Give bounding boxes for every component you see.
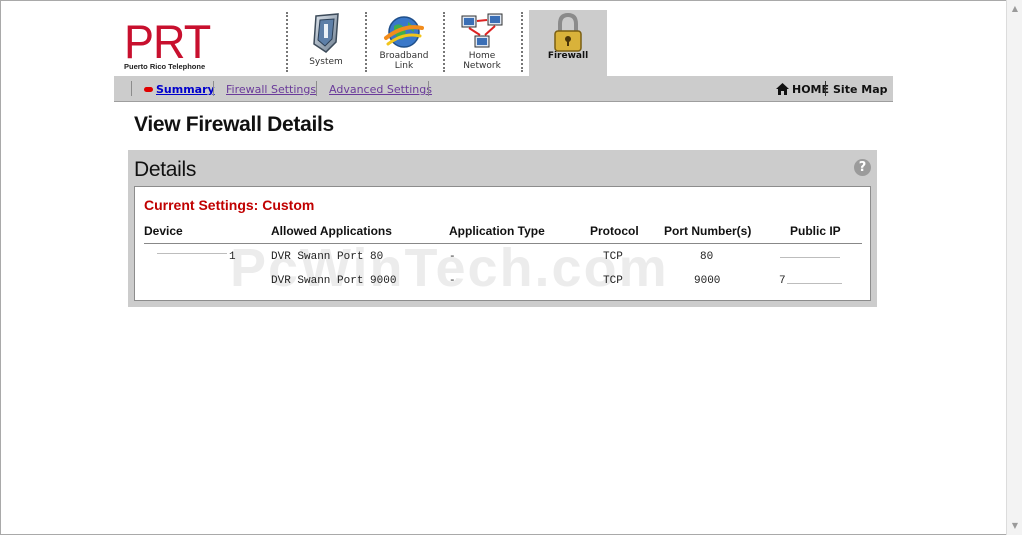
sub-navigation-bar: Summary Firewall Settings Advanced Setti… [114,76,893,102]
column-header-public-ip: Public IP [790,224,841,238]
scroll-up-arrow-icon[interactable]: ▲ [1007,2,1022,16]
tab-divider [521,12,523,72]
active-bullet-icon [144,87,153,92]
row-application: DVR Swann Port 9000 [271,275,397,287]
panel-title: Details [134,158,197,181]
subnav-divider [825,81,826,96]
current-settings-label: Current Settings: Custom [144,197,315,213]
column-header-application-type: Application Type [449,224,545,238]
row-public-ip: 7 [779,275,786,287]
tab-home-label-line2: Network [463,61,501,71]
details-content: PcWinTech.com Current Settings: Custom D… [134,186,871,301]
home-link[interactable]: HOME [792,83,829,96]
subnav-divider [428,81,429,96]
header-divider [144,243,862,244]
logo-mark: PRT [124,14,211,69]
tab-home-network[interactable]: Home Network [448,10,516,76]
row-protocol: TCP [603,251,623,263]
site-map-link[interactable]: Site Map [833,83,887,96]
tab-system[interactable]: System [292,10,360,76]
tab-home-label-line1: Home [468,51,496,61]
row-ports: 80 [700,251,714,263]
subnav-divider [213,81,214,96]
tab-system-label: System [309,57,343,67]
column-header-allowed-applications: Allowed Applications [271,224,392,238]
vertical-scrollbar[interactable]: ▲ ▼ [1006,0,1022,535]
details-panel: Details ? PcWinTech.com Current Settings… [128,150,877,307]
broadband-globe-icon [382,12,426,54]
prt-logo[interactable]: PRT Puerto Rico Telephone [124,14,234,71]
row-application-type: - [449,275,456,287]
subnav-advanced-settings-link[interactable]: Advanced Settings [329,83,432,96]
tab-firewall[interactable]: Firewall [529,10,607,76]
column-header-device: Device [144,224,183,238]
redacted-device-name [157,253,227,254]
tab-broadband-label-line1: Broadband [379,51,429,61]
column-header-port-numbers: Port Number(s) [664,224,752,238]
tab-divider [286,12,288,72]
subnav-divider [316,81,317,96]
watermark-text: PcWinTech.com [230,238,669,298]
subnav-firewall-settings-link[interactable]: Firewall Settings [226,83,316,96]
redacted-public-ip [780,257,840,258]
redacted-public-ip [787,283,842,284]
subnav-divider [131,81,132,96]
tab-broadband-link[interactable]: Broadband Link [370,10,438,76]
system-icon [304,12,348,54]
row-device: 1 [229,251,236,263]
column-header-protocol: Protocol [590,224,639,238]
tab-firewall-label: Firewall [547,51,589,61]
tab-divider [443,12,445,72]
row-application-type: - [449,251,456,263]
help-icon[interactable]: ? [854,159,871,176]
padlock-icon [546,12,590,54]
tab-divider [365,12,367,72]
row-application: DVR Swann Port 80 [271,251,384,263]
page-title: View Firewall Details [134,113,334,136]
row-ports: 9000 [694,275,721,287]
home-network-icon [460,12,504,54]
scroll-down-arrow-icon[interactable]: ▼ [1007,519,1022,533]
row-protocol: TCP [603,275,623,287]
home-icon[interactable] [776,82,789,95]
tab-broadband-label-line2: Link [394,61,414,71]
subnav-summary-link[interactable]: Summary [156,83,215,96]
